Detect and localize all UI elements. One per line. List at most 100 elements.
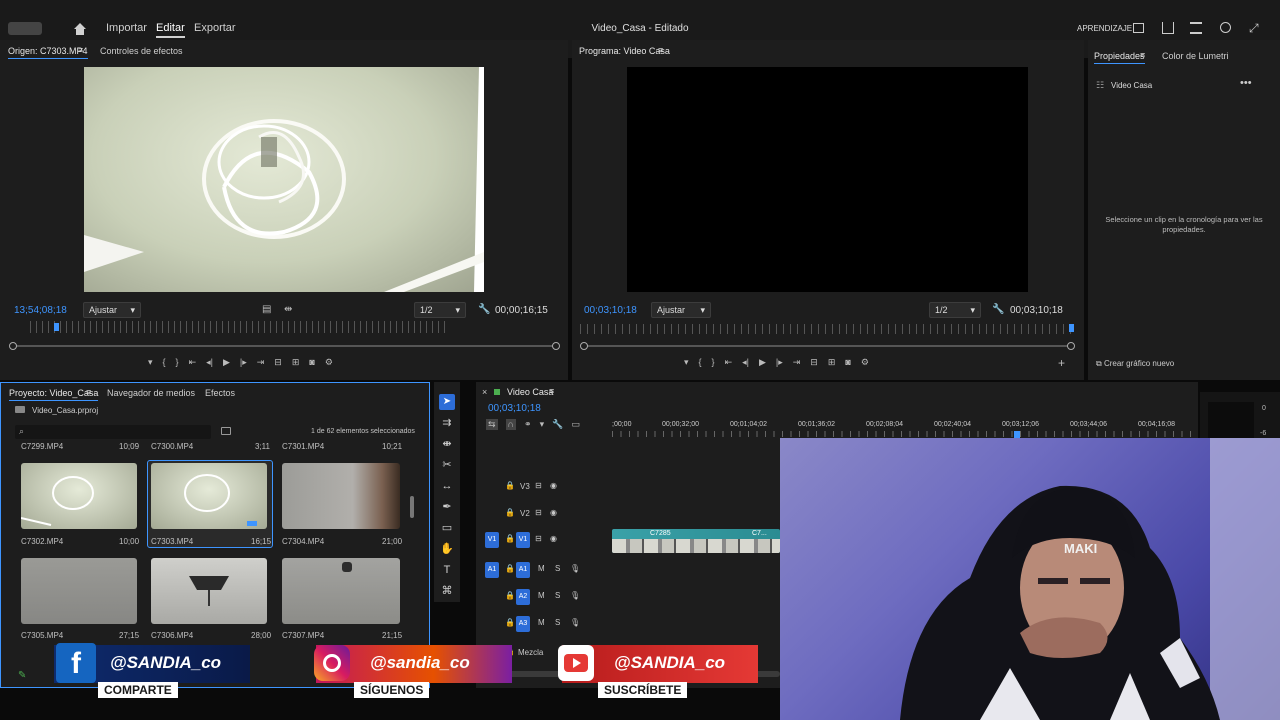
track-target-a1[interactable]: A1	[516, 562, 530, 578]
program-zoom-bar[interactable]	[584, 345, 1072, 347]
add-marker-icon[interactable]: ▾	[148, 357, 153, 368]
extract-icon[interactable]: ⊞	[828, 357, 836, 368]
eye-icon[interactable]: ◉	[550, 508, 557, 517]
razor-tool-icon[interactable]: ✂	[440, 458, 454, 472]
timeline-ruler[interactable]	[612, 431, 1192, 437]
mute-icon[interactable]: M	[538, 618, 545, 627]
go-to-out-icon[interactable]: ⇥	[257, 357, 265, 368]
create-graphic-button[interactable]: ⧉ Crear gráfico nuevo	[1096, 359, 1174, 369]
lock-icon[interactable]: 🔒	[505, 564, 515, 573]
settings-icon[interactable]: ⚙	[861, 357, 869, 368]
panel-menu-icon[interactable]: ≡	[86, 387, 91, 397]
lock-icon[interactable]: 🔒	[505, 508, 515, 517]
program-zoom-handle-right[interactable]	[1067, 342, 1075, 350]
microphone-icon[interactable]: 🎙	[570, 564, 580, 573]
step-forward-icon[interactable]: |▸	[240, 357, 247, 368]
workspace-label[interactable]: APRENDIZAJE	[1077, 24, 1132, 33]
captions-icon[interactable]: ▭	[571, 419, 580, 430]
microphone-icon[interactable]: 🎙	[570, 591, 580, 600]
rectangle-tool-icon[interactable]: ▭	[440, 521, 454, 535]
eye-icon[interactable]: ◉	[550, 534, 557, 543]
program-zoom-handle-left[interactable]	[580, 342, 588, 350]
source-fit-dropdown[interactable]: Ajustar ▾	[83, 302, 141, 318]
panel-menu-icon[interactable]: ≡	[658, 45, 663, 55]
play-icon[interactable]: ▶	[759, 357, 766, 368]
track-target-v1[interactable]: V1	[516, 532, 530, 548]
add-marker-icon[interactable]: ▾	[540, 419, 545, 430]
program-resolution-dropdown[interactable]: 1/2 ▾	[929, 302, 981, 318]
source-zoom-bar[interactable]	[12, 345, 558, 347]
program-video-frame[interactable]	[627, 67, 1028, 292]
add-button-icon[interactable]: +	[1058, 356, 1065, 370]
source-patch-a1[interactable]: A1	[485, 562, 499, 578]
play-icon[interactable]: ▶	[223, 357, 230, 368]
clip-thumbnail-c7307[interactable]	[282, 558, 400, 624]
track-target-a3[interactable]: A3	[516, 616, 530, 632]
wrench-icon[interactable]: 🔧	[992, 304, 1004, 315]
source-resolution-dropdown[interactable]: 1/2 ▾	[414, 302, 466, 318]
menu-export[interactable]: Exportar	[194, 22, 236, 34]
step-back-icon[interactable]: ◂|	[742, 357, 749, 368]
tab-lumetri-color[interactable]: Color de Lumetri	[1162, 51, 1229, 61]
timeline-clip-strip[interactable]: C7285 C7...	[612, 529, 780, 553]
pencil-icon[interactable]: ✎	[18, 670, 26, 681]
hand-tool-icon[interactable]: ✋	[440, 542, 454, 556]
lift-icon[interactable]: ⊟	[810, 357, 818, 368]
clip-thumbnail-c7305[interactable]	[21, 558, 137, 624]
overwrite-icon[interactable]: ⊞	[292, 357, 300, 368]
timeline-playhead[interactable]	[1014, 431, 1020, 438]
tab-project[interactable]: Proyecto: Video_Casa	[9, 388, 99, 401]
project-scrollbar[interactable]	[410, 496, 414, 518]
app-logo[interactable]	[8, 22, 42, 35]
close-icon[interactable]: ×	[482, 387, 487, 397]
go-to-out-icon[interactable]: ⇥	[793, 357, 801, 368]
solo-icon[interactable]: S	[555, 591, 560, 600]
source-zoom-handle-left[interactable]	[9, 342, 17, 350]
slip-tool-icon[interactable]: ↔	[440, 479, 454, 493]
project-search-field[interactable]: ⌕	[15, 425, 211, 439]
sync-lock-icon[interactable]: ⊟	[535, 534, 542, 543]
step-back-icon[interactable]: ◂|	[206, 357, 213, 368]
remix-tool-icon[interactable]: ⌘	[440, 584, 454, 598]
go-to-in-icon[interactable]: ⇤	[725, 357, 733, 368]
new-bin-icon[interactable]	[221, 427, 231, 435]
snap-icon[interactable]: ∩	[505, 419, 517, 430]
microphone-icon[interactable]: 🎙	[570, 618, 580, 627]
mark-in-icon[interactable]: {	[699, 357, 702, 368]
solo-icon[interactable]: S	[555, 564, 560, 573]
wrench-icon[interactable]: 🔧	[552, 419, 563, 430]
program-playhead-timecode[interactable]: 00;03;10;18	[584, 305, 637, 316]
eye-icon[interactable]: ◉	[550, 481, 557, 490]
clip-thumbnail-c7304[interactable]	[282, 463, 400, 529]
camera-icon[interactable]: ◙	[309, 357, 314, 368]
clip-thumbnail-c7303[interactable]	[151, 463, 267, 529]
program-mini-timeline[interactable]	[580, 324, 1074, 334]
sync-lock-icon[interactable]: ⊟	[535, 481, 542, 490]
step-forward-icon[interactable]: |▸	[776, 357, 783, 368]
selection-tool-icon[interactable]: ➤	[439, 394, 455, 410]
insert-icon[interactable]: ⊟	[274, 357, 282, 368]
source-playhead-timecode[interactable]: 13;54;08;18	[14, 305, 67, 316]
clip-thumbnail-c7306[interactable]	[151, 558, 267, 624]
lock-icon[interactable]: 🔒	[505, 591, 515, 600]
mark-out-icon[interactable]: }	[712, 357, 715, 368]
nest-icon[interactable]: ⇆	[486, 419, 498, 430]
source-mini-timeline[interactable]	[30, 321, 450, 333]
mark-in-icon[interactable]: {	[163, 357, 166, 368]
tab-timeline[interactable]: Video Casa	[507, 387, 553, 397]
tab-media-browser[interactable]: Navegador de medios	[107, 388, 195, 398]
tab-effects[interactable]: Efectos	[205, 388, 235, 398]
track-select-tool-icon[interactable]: ⇉	[440, 416, 454, 430]
program-playhead[interactable]	[1069, 324, 1074, 332]
add-marker-icon[interactable]: ▾	[684, 357, 689, 368]
layout-icon[interactable]	[1133, 23, 1144, 33]
tab-program[interactable]: Programa: Video Casa	[579, 46, 670, 56]
mute-icon[interactable]: M	[538, 564, 545, 573]
sync-lock-icon[interactable]: ⊟	[535, 508, 542, 517]
share-icon[interactable]	[1162, 22, 1174, 34]
source-playhead[interactable]	[54, 323, 59, 331]
source-video-frame[interactable]	[84, 67, 484, 292]
tab-properties[interactable]: Propiedades	[1094, 51, 1145, 64]
mark-out-icon[interactable]: }	[176, 357, 179, 368]
wrench-icon[interactable]: 🔧	[478, 304, 490, 315]
